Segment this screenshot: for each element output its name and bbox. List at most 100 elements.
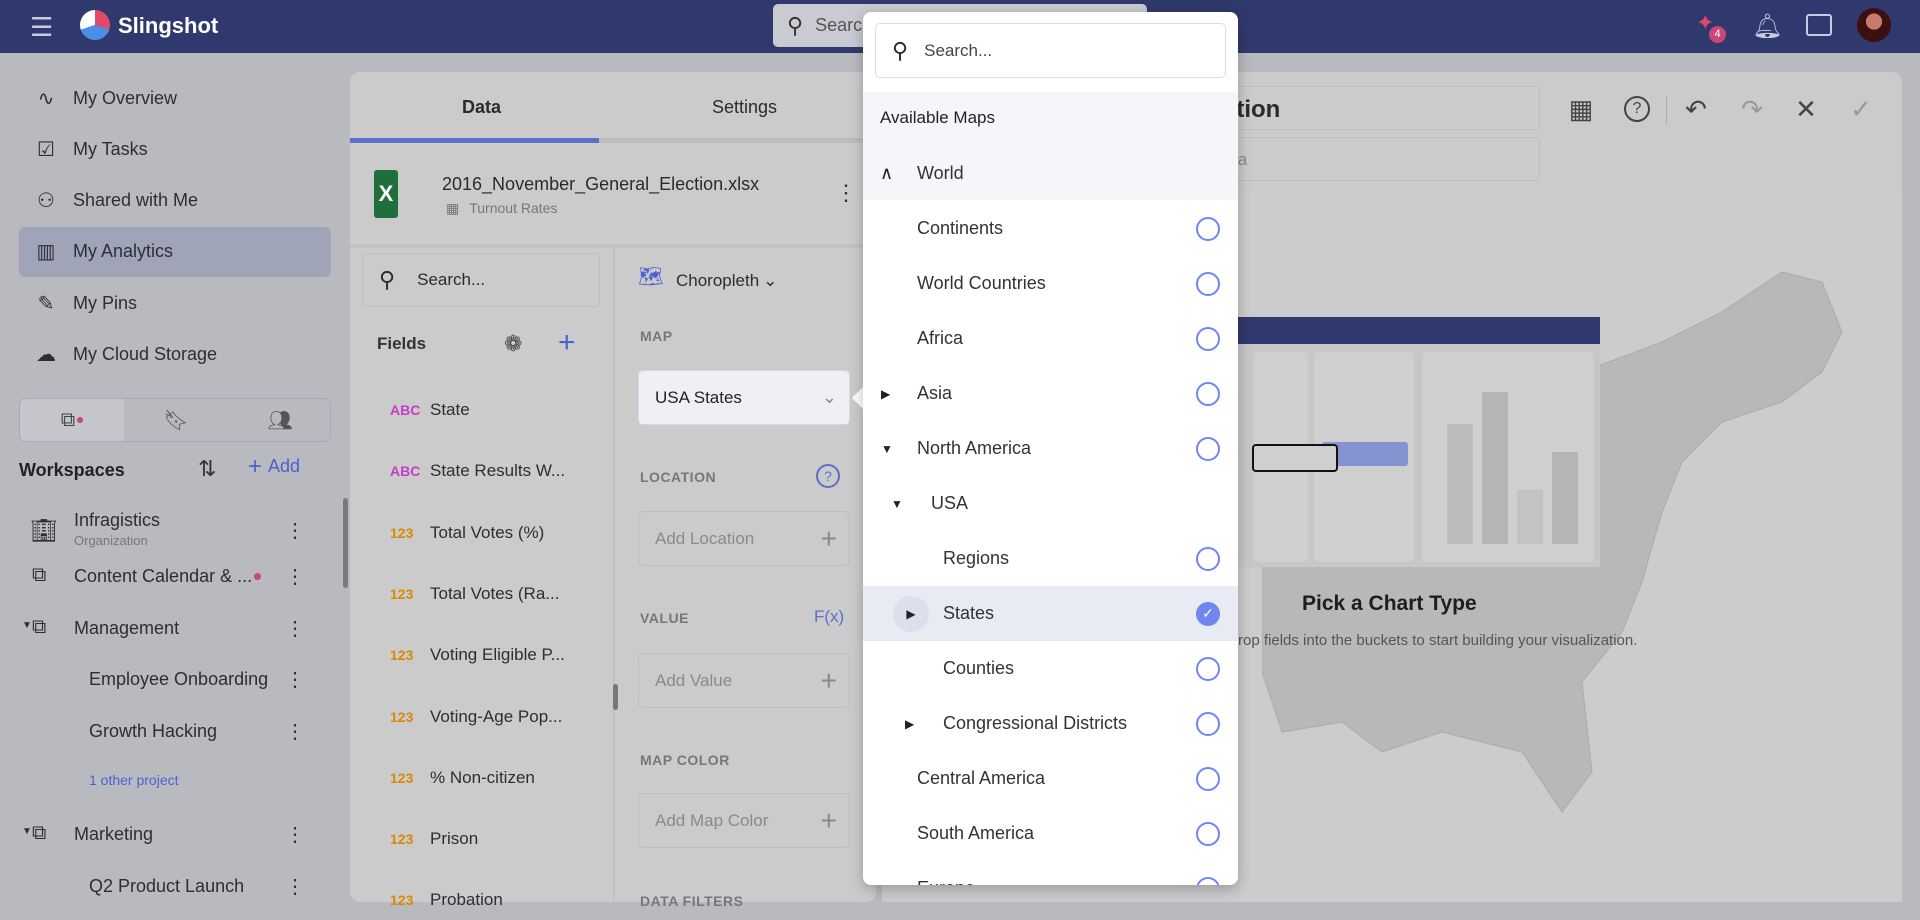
radio-icon[interactable] bbox=[1196, 271, 1220, 296]
map-option-regions[interactable]: Regions bbox=[863, 531, 1238, 586]
workspace-item[interactable]: Employee Onboarding ⋮ bbox=[0, 657, 330, 703]
sidebar-item-my-cloud-storage[interactable]: ☁ My Cloud Storage bbox=[19, 330, 331, 380]
workspace-label: Q2 Product Launch bbox=[89, 876, 245, 896]
map-option-states[interactable]: ▶ States ✓ bbox=[863, 586, 1238, 641]
workspace-item[interactable]: 🏢︎ Infragistics Organization ⋮ bbox=[0, 508, 330, 554]
undo-icon[interactable]: ↶ bbox=[1681, 94, 1711, 125]
radio-icon[interactable] bbox=[1196, 656, 1220, 681]
table-view-icon[interactable]: ▦ bbox=[1566, 94, 1596, 125]
more-options-icon[interactable]: ⋮ bbox=[285, 719, 305, 744]
data-filters-label: DATA FILTERS bbox=[640, 893, 744, 909]
expand-arrow-icon[interactable]: ▼ bbox=[22, 826, 32, 837]
field-item[interactable]: 123 Total Votes (%) bbox=[390, 513, 544, 553]
expand-arrow-icon[interactable]: ▼ bbox=[22, 620, 32, 631]
map-option-world-countries[interactable]: World Countries bbox=[863, 256, 1238, 311]
workspace-item[interactable]: ⧉ ▼ Management ⋮ bbox=[0, 606, 330, 652]
workspace-item[interactable]: Q2 Product Launch ⋮ bbox=[0, 864, 330, 910]
workspace-item[interactable]: ⧉ ▼ Marketing ⋮ bbox=[0, 812, 330, 858]
user-avatar[interactable] bbox=[1857, 8, 1891, 42]
radio-icon[interactable] bbox=[1196, 766, 1220, 791]
bell-icon[interactable]: 🔔︎ bbox=[1752, 12, 1782, 41]
sidebar-scrollbar[interactable] bbox=[343, 498, 348, 588]
more-options-icon[interactable]: ⋮ bbox=[285, 822, 305, 847]
other-projects-link[interactable]: 1 other project bbox=[0, 760, 330, 806]
expand-right-icon[interactable]: ▶ bbox=[905, 717, 914, 731]
close-icon[interactable]: ✕ bbox=[1791, 94, 1821, 125]
map-option-continents[interactable]: Continents bbox=[863, 201, 1238, 256]
tab-settings[interactable]: Settings bbox=[613, 72, 876, 142]
bar-chart-icon: ▥ bbox=[36, 241, 56, 264]
fx-button[interactable]: F(x) bbox=[814, 607, 844, 627]
chart-type-selector[interactable]: Choropleth ⌄ bbox=[676, 271, 777, 291]
field-item[interactable]: ABC State Results W... bbox=[390, 451, 565, 491]
radio-icon[interactable] bbox=[1196, 876, 1220, 885]
more-options-icon[interactable]: ⋮ bbox=[285, 564, 305, 589]
help-icon[interactable]: ? bbox=[1624, 96, 1650, 122]
chat-icon[interactable] bbox=[1806, 14, 1832, 36]
map-option-usa[interactable]: ▼ USA bbox=[863, 476, 1238, 531]
radio-icon[interactable] bbox=[1196, 436, 1220, 461]
field-item[interactable]: 123 Prison bbox=[390, 819, 478, 859]
hamburger-menu-icon[interactable]: ☰ bbox=[30, 12, 53, 43]
radio-icon[interactable] bbox=[1196, 546, 1220, 571]
radio-icon[interactable] bbox=[1196, 216, 1220, 241]
add-value-bucket[interactable]: Add Value + bbox=[638, 653, 850, 708]
map-option-world[interactable]: ∧ World bbox=[863, 146, 1238, 201]
sidebar-item-my-overview[interactable]: ∿ My Overview bbox=[19, 73, 331, 123]
map-option-central-america[interactable]: Central America bbox=[863, 751, 1238, 806]
workspace-item[interactable]: Growth Hacking ⋮ bbox=[0, 709, 330, 755]
map-option-north-america[interactable]: ▼ North America bbox=[863, 421, 1238, 476]
field-item[interactable]: 123 Total Votes (Ra... bbox=[390, 574, 559, 614]
map-option-europe[interactable]: Europe bbox=[863, 861, 1238, 885]
radio-icon[interactable] bbox=[1196, 381, 1220, 406]
add-field-icon[interactable]: + bbox=[558, 326, 576, 360]
field-label: % Non-citizen bbox=[430, 767, 535, 787]
collapse-down-icon[interactable]: ▼ bbox=[891, 497, 903, 511]
file-more-icon[interactable]: ⋮ bbox=[835, 180, 857, 206]
sidebar-item-my-pins[interactable]: ✎ My Pins bbox=[19, 278, 331, 328]
sidebar-item-my-tasks[interactable]: ☑ My Tasks bbox=[19, 124, 331, 174]
collapse-down-icon[interactable]: ▼ bbox=[881, 442, 893, 456]
people-tab[interactable]: 👥︎ bbox=[228, 399, 332, 441]
more-options-icon[interactable]: ⋮ bbox=[285, 518, 305, 543]
map-option-congressional-districts[interactable]: ▶ Congressional Districts bbox=[863, 696, 1238, 751]
map-option-south-america[interactable]: South America bbox=[863, 806, 1238, 861]
add-workspace-button[interactable]: + Add bbox=[248, 455, 300, 479]
field-item[interactable]: 123 % Non-citizen bbox=[390, 758, 535, 798]
workspace-item[interactable]: ⧉ Content Calendar & ... ⋮ bbox=[0, 554, 330, 600]
more-options-icon[interactable]: ⋮ bbox=[285, 616, 305, 641]
map-search-input[interactable]: ⚲ Search... bbox=[875, 23, 1226, 78]
radio-icon[interactable] bbox=[1196, 326, 1220, 351]
redo-icon[interactable]: ↷ bbox=[1737, 94, 1767, 125]
help-icon[interactable]: ? bbox=[816, 464, 840, 488]
more-options-icon[interactable]: ⋮ bbox=[285, 667, 305, 692]
map-option-africa[interactable]: Africa bbox=[863, 311, 1238, 366]
tab-data[interactable]: Data bbox=[350, 72, 613, 142]
field-item[interactable]: ABC State bbox=[390, 390, 470, 430]
fields-scrollbar[interactable] bbox=[613, 684, 618, 710]
map-select[interactable]: USA States ⌄ bbox=[638, 370, 850, 425]
more-options-icon[interactable]: ⋮ bbox=[285, 874, 305, 899]
field-item[interactable]: 123 Voting-Age Pop... bbox=[390, 697, 562, 737]
bookmark-tab[interactable]: 🔖︎ bbox=[124, 399, 228, 441]
field-item[interactable]: 123 Voting Eligible P... bbox=[390, 635, 565, 675]
add-map-color-bucket[interactable]: Add Map Color + bbox=[638, 793, 850, 848]
sort-icon[interactable]: ⇅ bbox=[198, 456, 216, 482]
field-item[interactable]: 123 Probation bbox=[390, 880, 503, 920]
add-location-bucket[interactable]: Add Location + bbox=[638, 511, 850, 566]
brain-icon[interactable]: ❁ bbox=[504, 331, 522, 357]
radio-icon[interactable] bbox=[1196, 821, 1220, 846]
map-option-counties[interactable]: Counties bbox=[863, 641, 1238, 696]
fields-search-input[interactable]: ⚲ Search... bbox=[362, 253, 600, 307]
radio-checked-icon[interactable]: ✓ bbox=[1196, 601, 1220, 626]
workspaces-tab[interactable]: ⧉ bbox=[20, 399, 124, 441]
chevron-up-icon[interactable]: ∧ bbox=[880, 163, 893, 184]
map-option-asia[interactable]: ▶ Asia bbox=[863, 366, 1238, 421]
radio-icon[interactable] bbox=[1196, 711, 1220, 736]
search-icon: ⚲ bbox=[787, 12, 804, 38]
sidebar-item-my-analytics[interactable]: ▥ My Analytics bbox=[19, 226, 331, 277]
expand-right-icon[interactable]: ▶ bbox=[893, 595, 929, 632]
confirm-check-icon[interactable]: ✓ bbox=[1846, 94, 1876, 125]
sidebar-item-shared-with-me[interactable]: ⚇ Shared with Me bbox=[19, 176, 331, 226]
expand-right-icon[interactable]: ▶ bbox=[881, 387, 890, 401]
